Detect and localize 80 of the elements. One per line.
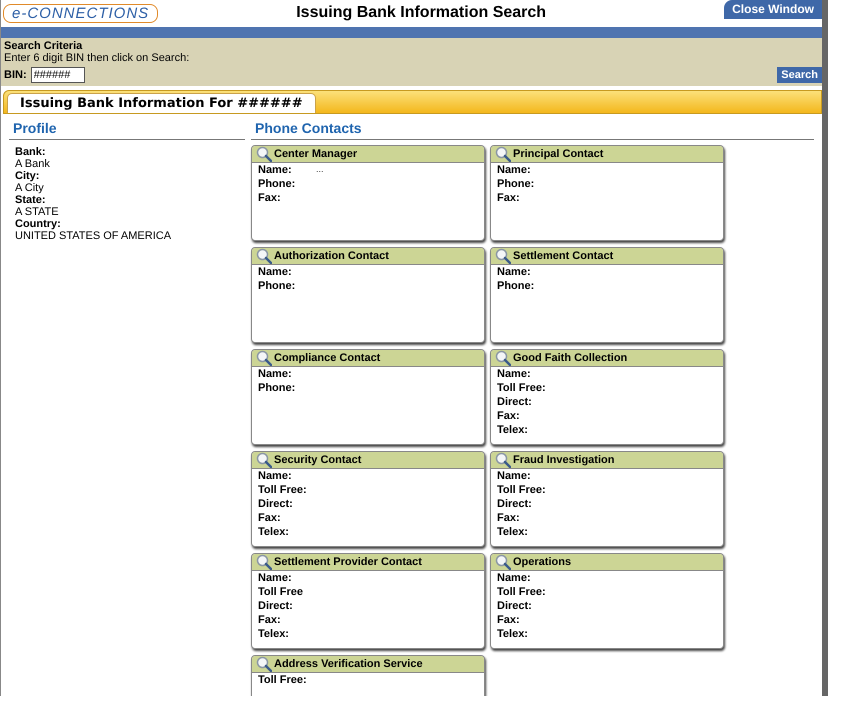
magnifier-icon[interactable] (256, 350, 272, 366)
card-title: Settlement Provider Contact (274, 556, 422, 568)
card-title: Address Verification Service (274, 658, 423, 670)
field-label: Direct: (258, 498, 294, 512)
field-label: Fax: (258, 192, 282, 206)
magnifier-icon[interactable] (256, 248, 272, 264)
field-label: Phone: (497, 178, 536, 192)
magnifier-icon[interactable] (256, 452, 272, 468)
field-label: Direct: (497, 600, 533, 614)
field-label: Direct: (258, 600, 294, 614)
card-title: Security Contact (274, 454, 362, 466)
field-label: Telex: (497, 424, 529, 438)
field-label: Name: (258, 266, 293, 280)
magnifier-icon[interactable] (495, 350, 511, 366)
field-label: Fax: (258, 512, 282, 526)
magnifier-icon[interactable] (495, 248, 511, 264)
logo: e-CONNECTIONS (3, 4, 158, 23)
field-label: Fax: (497, 192, 521, 206)
card-title: Fraud Investigation (513, 454, 614, 466)
magnifier-icon[interactable] (256, 554, 272, 570)
field-label: Name: (258, 470, 293, 484)
field-label: Phone: (258, 280, 296, 294)
field-label: Phone: (497, 280, 536, 294)
field-label: Fax: (497, 410, 521, 424)
magnifier-icon[interactable] (256, 656, 272, 672)
field-label: Telex: (497, 628, 529, 642)
field-label: Fax: (497, 614, 521, 628)
section-heading: Phone Contacts (251, 120, 814, 140)
field-value: A Bank (15, 158, 51, 170)
field-label: Fax: (497, 512, 521, 526)
field-value: UNITED STATES OF AMERICA (15, 230, 172, 242)
field-label: Toll Free: (258, 674, 308, 688)
field-label: City: (15, 170, 40, 182)
card-title: Principal Contact (513, 148, 604, 160)
field-label: Country: (15, 218, 62, 230)
field-label: Fax: (258, 614, 282, 628)
bin-input[interactable]: ###### (30, 67, 85, 83)
field-label: Name: (497, 368, 532, 382)
card-title: Operations (513, 556, 572, 568)
field-label: Phone: (258, 178, 296, 192)
field-label: Direct: (497, 498, 533, 512)
field-label: Direct: (497, 396, 533, 410)
card-title: Settlement Contact (513, 250, 614, 262)
magnifier-icon[interactable] (256, 146, 272, 162)
tab[interactable]: Issuing Bank Information For ###### (7, 93, 316, 113)
field-value: A STATE (15, 206, 60, 218)
field-label: Name: (497, 266, 532, 280)
card-title: Compliance Contact (274, 352, 380, 364)
field-label: Name: (258, 164, 293, 178)
field-label: Bank: (15, 146, 47, 158)
field-value: ... (316, 164, 324, 176)
field-value: A City (15, 182, 45, 194)
field-label: Name: (497, 470, 532, 484)
field-label: Toll Free: (497, 586, 547, 600)
magnifier-icon[interactable] (495, 146, 511, 162)
bin-label: BIN: (4, 69, 27, 81)
magnifier-icon[interactable] (495, 554, 511, 570)
search-criteria-heading: Search Criteria (4, 40, 84, 52)
field-label: Name: (258, 572, 293, 586)
field-label: Toll Free: (497, 484, 547, 498)
search-button[interactable]: Search (777, 67, 822, 83)
window-title: Issuing Bank Information Search (295, 4, 548, 22)
card-title: Center Manager (274, 148, 358, 160)
field-label: State: (15, 194, 47, 206)
search-instruction: Enter 6 digit BIN then click on Search: (4, 52, 190, 64)
card-title: Authorization Contact (274, 250, 389, 262)
field-label: Toll Free: (497, 382, 547, 396)
field-label: Name: (497, 164, 532, 178)
field-label: Toll Free (258, 586, 304, 600)
field-label: Telex: (258, 628, 290, 642)
field-label: Phone: (258, 382, 296, 396)
field-label: Name: (258, 368, 293, 382)
field-label: Toll Free: (258, 484, 308, 498)
field-label: Telex: (497, 526, 529, 540)
card-title: Good Faith Collection (513, 352, 628, 364)
field-label: Telex: (258, 526, 290, 540)
magnifier-icon[interactable] (495, 452, 511, 468)
field-label: Name: (497, 572, 532, 586)
section-heading: Profile (9, 120, 245, 140)
close-window-button[interactable]: Close Window (724, 0, 822, 19)
